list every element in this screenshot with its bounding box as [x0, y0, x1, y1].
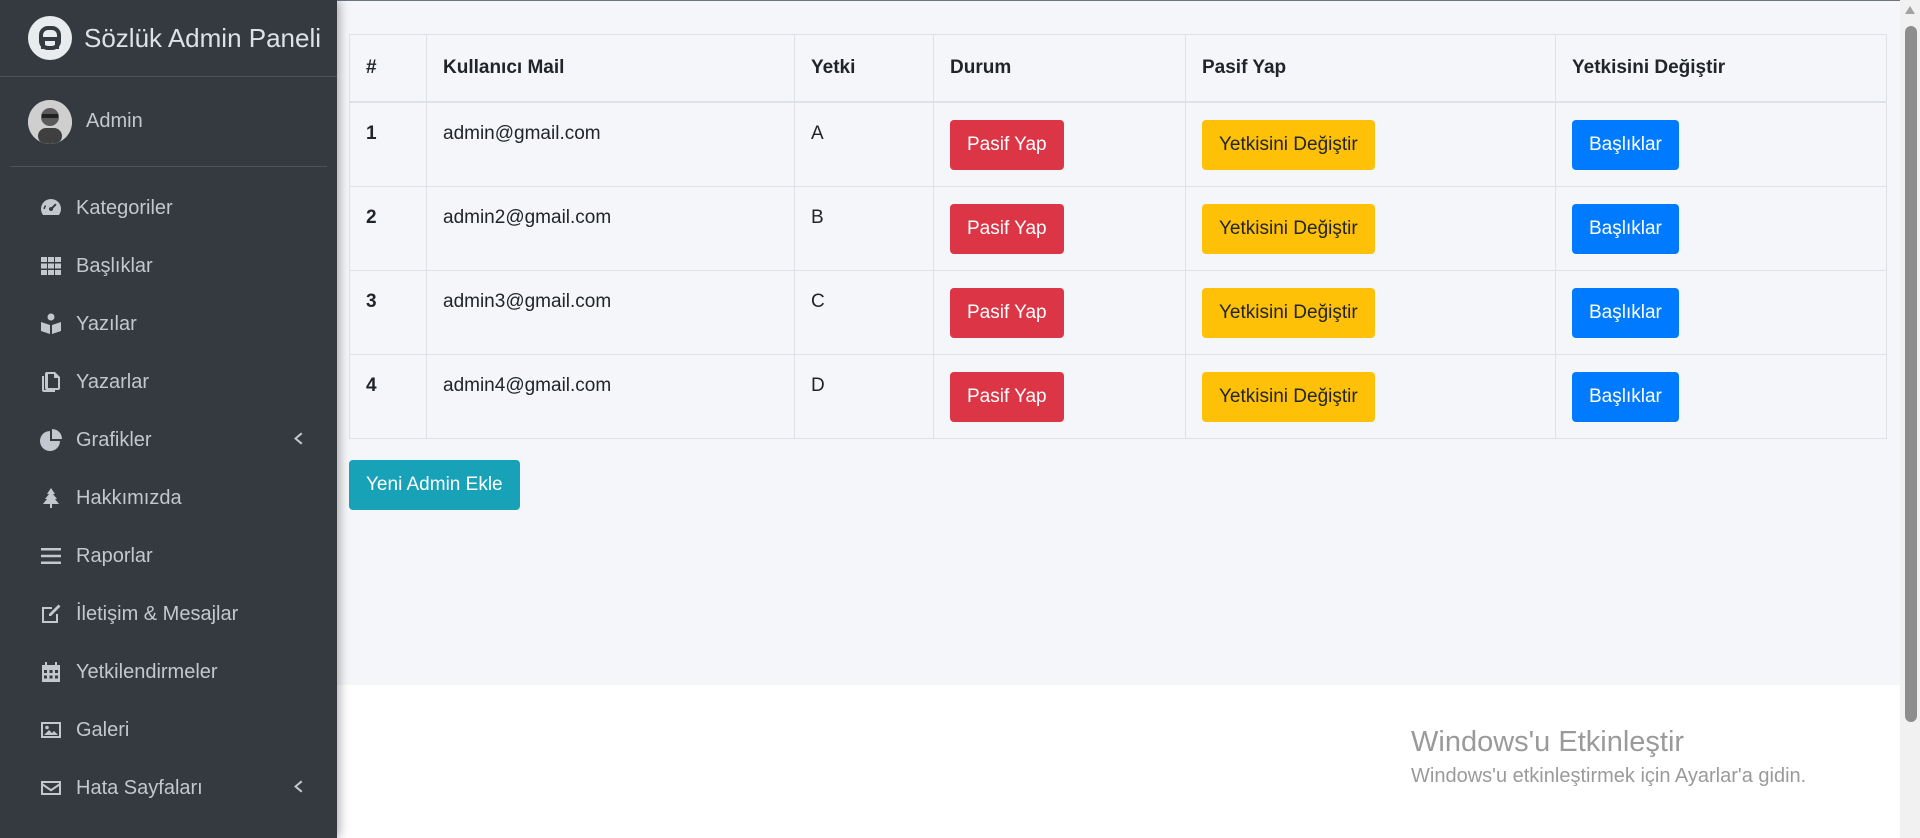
copy-icon: [38, 369, 64, 395]
watermark-subtitle: Windows'u etkinleştirmek için Ayarlar'a …: [1411, 765, 1807, 787]
status-cell: Pasif Yap: [933, 101, 1186, 187]
sidebar-item-raporlar[interactable]: Raporlar: [0, 527, 337, 585]
avatar: [28, 99, 72, 144]
yetkisini-degistir-button[interactable]: Yetkisini Değiştir: [1202, 371, 1375, 422]
column-header-passive: Pasif Yap: [1185, 34, 1556, 103]
user-name: Admin: [86, 110, 143, 132]
grid-icon: [38, 253, 64, 279]
table-row: 3 admin3@gmail.com C Pasif Yap Yetkisini…: [349, 269, 1887, 355]
calendar-icon: [38, 659, 64, 685]
yetkisini-degistir-button[interactable]: Yetkisini Değiştir: [1202, 120, 1375, 170]
status-cell: Pasif Yap: [933, 353, 1186, 439]
bars-icon: [38, 543, 64, 569]
chevron-left-icon[interactable]: [291, 777, 305, 800]
reader-icon: [38, 311, 64, 337]
basliklar-button[interactable]: Başlıklar: [1572, 120, 1679, 170]
yetkisini-degistir-button[interactable]: Yetkisini Değiştir: [1202, 287, 1375, 338]
chevron-left-icon[interactable]: [291, 429, 305, 452]
scroll-thumb[interactable]: [1905, 26, 1917, 722]
content-area: # Kullanıcı Mail Yetki Durum Pasif Yap Y…: [337, 0, 1900, 685]
sidebar-item-label: Galeri: [76, 718, 130, 741]
row-role: A: [794, 101, 934, 187]
pasif-yap-button[interactable]: Pasif Yap: [950, 371, 1064, 422]
watermark-title: Windows'u Etkinleştir: [1411, 726, 1685, 758]
sidebar-item-label: Hata Sayfaları: [76, 776, 203, 799]
pasif-yap-button[interactable]: Pasif Yap: [950, 120, 1064, 170]
windows-activation-watermark: Windows'u Etkinleştir Windows'u etkinleş…: [1411, 722, 1806, 790]
sidebar-item-basliklar[interactable]: Başlıklar: [0, 237, 337, 295]
column-header-status: Durum: [933, 34, 1186, 103]
row-mail: admin@gmail.com: [426, 101, 795, 187]
column-header-mail: Kullanıcı Mail: [426, 34, 795, 103]
sidebar-item-label: Yazılar: [76, 312, 137, 335]
passive-cell: Yetkisini Değiştir: [1185, 101, 1556, 187]
status-cell: Pasif Yap: [933, 269, 1186, 355]
row-number: 1: [349, 101, 427, 187]
passive-cell: Yetkisini Değiştir: [1185, 353, 1556, 439]
brand-link[interactable]: Sözlük Admin Paneli: [0, 0, 337, 77]
sidebar: Sözlük Admin Paneli Admin Kategoriler Ba…: [0, 0, 337, 838]
sidebar-item-galeri[interactable]: Galeri: [0, 701, 337, 759]
add-admin-button[interactable]: Yeni Admin Ekle: [349, 460, 520, 510]
yetkisini-degistir-button[interactable]: Yetkisini Değiştir: [1202, 203, 1375, 254]
sidebar-item-label: Grafikler: [76, 428, 152, 451]
table-header-row: # Kullanıcı Mail Yetki Durum Pasif Yap Y…: [349, 34, 1887, 103]
row-number: 2: [349, 185, 427, 271]
passive-cell: Yetkisini Değiştir: [1185, 185, 1556, 271]
tachometer-icon: [38, 195, 64, 221]
row-mail: admin3@gmail.com: [426, 269, 795, 355]
change-role-cell: Başlıklar: [1555, 101, 1887, 187]
sidebar-item-label: Hakkımızda: [76, 486, 182, 509]
sidebar-item-hata-sayfalari[interactable]: Hata Sayfaları: [0, 759, 337, 817]
sidebar-nav: Kategoriler Başlıklar Yazılar Yazarlar G…: [0, 167, 337, 817]
row-mail: admin2@gmail.com: [426, 185, 795, 271]
envelope-icon: [38, 775, 64, 801]
change-role-cell: Başlıklar: [1555, 269, 1887, 355]
change-role-cell: Başlıklar: [1555, 353, 1887, 439]
table-row: 1 admin@gmail.com A Pasif Yap Yetkisini …: [349, 101, 1887, 187]
image-icon: [38, 717, 64, 743]
passive-cell: Yetkisini Değiştir: [1185, 269, 1556, 355]
vertical-scrollbar[interactable]: [1900, 0, 1920, 838]
pasif-yap-button[interactable]: Pasif Yap: [950, 203, 1064, 254]
sidebar-item-label: Raporlar: [76, 544, 153, 567]
sidebar-item-yazarlar[interactable]: Yazarlar: [0, 353, 337, 411]
sidebar-item-label: Kategoriler: [76, 196, 173, 219]
brand-logo-icon: [28, 16, 72, 60]
sidebar-item-label: Yazarlar: [76, 370, 149, 393]
user-panel[interactable]: Admin: [10, 77, 327, 167]
brand-text: Sözlük Admin Paneli: [84, 22, 322, 53]
sidebar-item-kategoriler[interactable]: Kategoriler: [0, 179, 337, 237]
scroll-up-arrow-icon[interactable]: [1905, 6, 1915, 14]
column-header-number: #: [349, 34, 427, 103]
pie-chart-icon: [38, 427, 64, 453]
row-number: 4: [349, 353, 427, 439]
sidebar-item-yetkilendirmeler[interactable]: Yetkilendirmeler: [0, 643, 337, 701]
status-cell: Pasif Yap: [933, 185, 1186, 271]
sidebar-item-hakkimizda[interactable]: Hakkımızda: [0, 469, 337, 527]
basliklar-button[interactable]: Başlıklar: [1572, 287, 1679, 338]
basliklar-button[interactable]: Başlıklar: [1572, 371, 1679, 422]
sidebar-item-grafikler[interactable]: Grafikler: [0, 411, 337, 469]
edit-icon: [38, 601, 64, 627]
row-role: C: [794, 269, 934, 355]
row-number: 3: [349, 269, 427, 355]
change-role-cell: Başlıklar: [1555, 185, 1887, 271]
tree-icon: [38, 485, 64, 511]
sidebar-item-label: Başlıklar: [76, 254, 153, 277]
table-row: 2 admin2@gmail.com B Pasif Yap Yetkisini…: [349, 185, 1887, 271]
column-header-role: Yetki: [794, 34, 934, 103]
basliklar-button[interactable]: Başlıklar: [1572, 203, 1679, 254]
table-row: 4 admin4@gmail.com D Pasif Yap Yetkisini…: [349, 353, 1887, 439]
column-header-change-role: Yetkisini Değiştir: [1555, 34, 1887, 103]
row-mail: admin4@gmail.com: [426, 353, 795, 439]
row-role: B: [794, 185, 934, 271]
sidebar-item-yazilar[interactable]: Yazılar: [0, 295, 337, 353]
row-role: D: [794, 353, 934, 439]
pasif-yap-button[interactable]: Pasif Yap: [950, 287, 1064, 338]
sidebar-item-iletisim[interactable]: İletişim & Mesajlar: [0, 585, 337, 643]
sidebar-item-label: Yetkilendirmeler: [76, 660, 218, 683]
admin-table: # Kullanıcı Mail Yetki Durum Pasif Yap Y…: [349, 34, 1887, 439]
sidebar-item-label: İletişim & Mesajlar: [76, 602, 239, 625]
